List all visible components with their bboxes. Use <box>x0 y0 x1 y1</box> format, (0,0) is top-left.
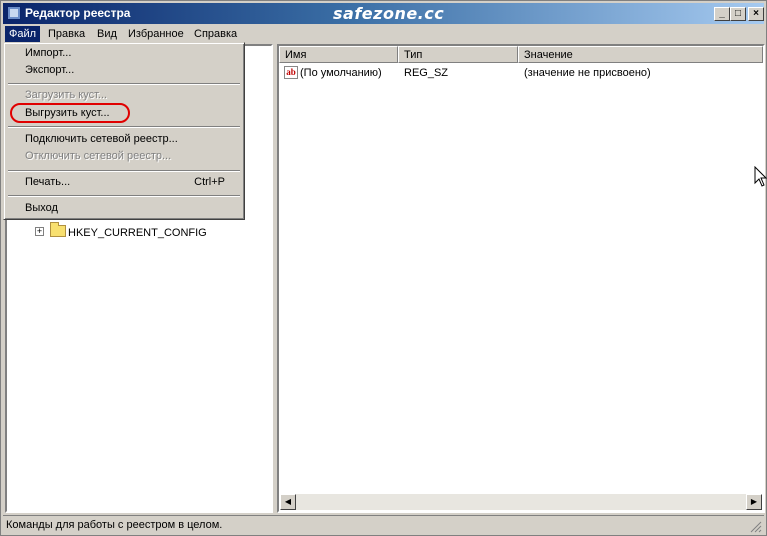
scroll-right-button[interactable]: ▶ <box>746 494 762 510</box>
menu-separator <box>8 170 240 172</box>
string-value-icon: ab <box>284 66 298 79</box>
horizontal-scrollbar[interactable]: ◀ ▶ <box>280 494 762 510</box>
menu-item-exit[interactable]: Выход <box>7 200 241 217</box>
menu-help[interactable]: Справка <box>190 26 241 42</box>
menu-item-disconnect-network-registry: Отключить сетевой реестр... <box>25 150 172 162</box>
window-title: Редактор реестра <box>25 6 131 20</box>
values-list-pane[interactable]: Имя Тип Значение ab (По умолчанию) REG_S… <box>277 44 765 513</box>
menu-bar: Файл Правка Вид Избранное Справка <box>3 24 764 43</box>
file-menu-dropdown: Импорт... Экспорт... Загрузить куст... В… <box>3 42 245 220</box>
status-bar: Команды для работы с реестром в целом. <box>3 515 764 535</box>
regedit-app-icon <box>7 6 21 20</box>
menu-item-print[interactable]: Печать... Ctrl+P <box>7 174 241 191</box>
minimize-button[interactable]: _ <box>714 7 730 21</box>
scroll-left-button[interactable]: ◀ <box>280 494 296 510</box>
column-header-type[interactable]: Тип <box>398 46 518 63</box>
menu-item-export[interactable]: Экспорт... <box>7 62 241 79</box>
menu-item-load-hive: Загрузить куст... <box>25 89 108 101</box>
menu-edit[interactable]: Правка <box>44 26 89 42</box>
value-name[interactable]: (По умолчанию) <box>300 65 382 81</box>
menu-favorites[interactable]: Избранное <box>124 26 188 42</box>
mouse-pointer-icon <box>754 166 767 187</box>
menu-item-import[interactable]: Импорт... <box>7 45 241 62</box>
menu-separator <box>8 195 240 197</box>
close-button[interactable]: × <box>748 7 764 21</box>
menu-file[interactable]: Файл <box>5 26 41 42</box>
status-text: Команды для работы с реестром в целом. <box>6 519 223 531</box>
highlight-annotation-ring <box>10 103 130 123</box>
expand-icon[interactable]: + <box>35 227 44 236</box>
tree-item-hkey-current-config[interactable]: HKEY_CURRENT_CONFIG <box>68 225 207 241</box>
registry-editor-window: Редактор реестра safezone.cc _ □ × Файл … <box>0 0 767 536</box>
menu-item-print-label: Печать... <box>25 176 71 188</box>
title-bar[interactable]: Редактор реестра safezone.cc _ □ × <box>3 3 764 24</box>
resize-grip-icon[interactable] <box>750 521 762 533</box>
value-type[interactable]: REG_SZ <box>404 65 448 81</box>
menu-item-print-shortcut: Ctrl+P <box>194 176 225 188</box>
maximize-button[interactable]: □ <box>730 7 746 21</box>
watermark-text: safezone.cc <box>333 4 445 23</box>
column-header-value[interactable]: Значение <box>518 46 763 63</box>
value-data[interactable]: (значение не присвоено) <box>524 65 651 81</box>
menu-separator <box>8 126 240 128</box>
folder-icon <box>50 222 66 237</box>
column-header-name[interactable]: Имя <box>279 46 398 63</box>
menu-item-connect-network-registry[interactable]: Подключить сетевой реестр... <box>7 131 241 148</box>
menu-separator <box>8 83 240 85</box>
menu-view[interactable]: Вид <box>93 26 121 42</box>
